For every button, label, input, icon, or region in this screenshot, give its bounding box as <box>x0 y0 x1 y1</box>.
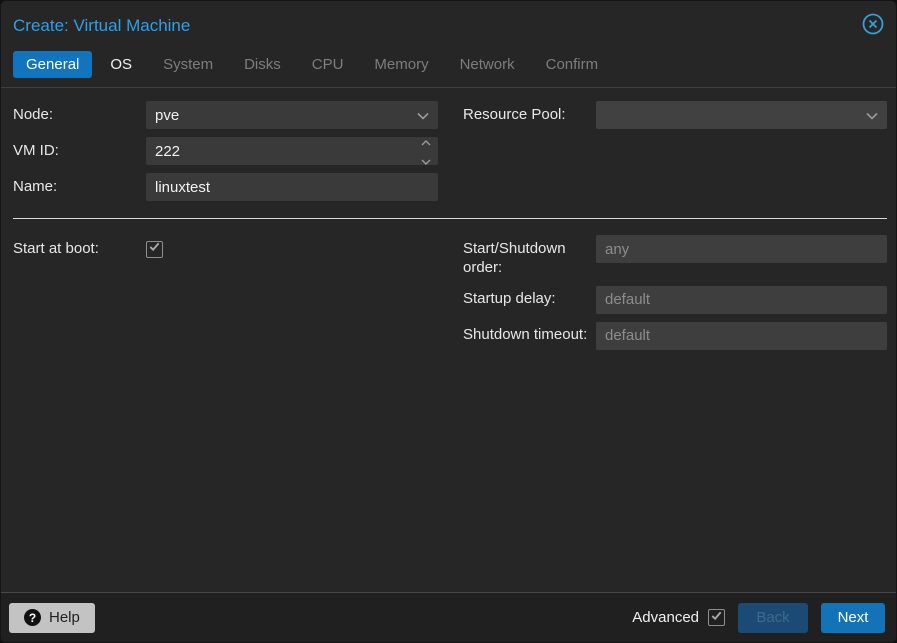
startup-delay-label: Startup delay: <box>463 290 556 308</box>
advanced-label: Advanced <box>632 609 699 626</box>
footer-right-group: Advanced Back Next <box>632 602 885 633</box>
node-value: pve <box>155 106 180 124</box>
tab-os[interactable]: OS <box>97 51 145 78</box>
start-at-boot-row: Start at boot: <box>13 235 438 263</box>
vmid-row: VM ID: <box>13 137 438 165</box>
help-icon: ? <box>24 609 41 626</box>
dialog-header: Create: Virtual Machine <box>1 1 896 51</box>
tab-confirm: Confirm <box>545 56 599 73</box>
checkbox-check-icon <box>710 609 723 626</box>
node-combobox[interactable]: pve <box>146 101 438 129</box>
startshutdown-order-row: Start/Shutdown order: <box>463 235 887 278</box>
tab-disks: Disks <box>244 56 281 73</box>
shutdown-timeout-label: Shutdown timeout: <box>463 326 588 344</box>
tab-cpu: CPU <box>311 56 344 73</box>
shutdown-timeout-row: Shutdown timeout: <box>463 321 887 350</box>
vmid-label: VM ID: <box>13 141 59 159</box>
tab-general[interactable]: General <box>13 51 93 78</box>
shutdown-timeout-input[interactable] <box>596 321 887 350</box>
create-vm-dialog: Create: Virtual Machine General OS Syste… <box>0 0 897 643</box>
advanced-checkbox[interactable] <box>708 609 725 626</box>
close-button[interactable] <box>860 13 886 39</box>
node-label: Node: <box>13 105 54 123</box>
spinner-up-icon[interactable] <box>421 133 431 151</box>
help-button-label: Help <box>49 609 80 626</box>
resource-pool-label: Resource Pool: <box>463 105 566 123</box>
name-label: Name: <box>13 177 58 195</box>
top-form-right-column: Resource Pool: <box>463 101 887 209</box>
next-button[interactable]: Next <box>821 602 885 633</box>
advanced-toggle: Advanced <box>632 609 725 626</box>
vmid-spinner-field <box>146 137 438 165</box>
startup-delay-input[interactable] <box>596 285 887 314</box>
advanced-form-columns: Start at boot: Start/Shutdown order: Sta… <box>13 235 887 358</box>
advanced-right-column: Start/Shutdown order: Startup delay: Shu… <box>463 235 887 358</box>
checkbox-check-icon <box>148 240 161 258</box>
chevron-down-icon <box>866 107 878 124</box>
name-row: Name: <box>13 173 438 201</box>
resource-pool-row: Resource Pool: <box>463 101 887 129</box>
help-button[interactable]: ? Help <box>9 602 95 633</box>
chevron-down-icon <box>417 107 429 124</box>
top-form-columns: Node: pve VM ID: 222 Name: linuxtest Res… <box>13 101 887 209</box>
tab-system: System <box>163 56 214 73</box>
dialog-footer: ? Help Advanced Back Next <box>1 592 896 642</box>
name-input[interactable] <box>146 173 438 201</box>
close-icon <box>861 12 885 41</box>
tab-network: Network <box>459 56 515 73</box>
wizard-tabbar: General OS System Disks CPU Memory Netwo… <box>1 51 896 88</box>
vmid-spinner <box>414 137 438 165</box>
tab-memory: Memory <box>374 56 429 73</box>
vmid-input[interactable] <box>146 137 414 165</box>
spinner-down-icon[interactable] <box>421 152 431 170</box>
dialog-title: Create: Virtual Machine <box>13 16 191 35</box>
form-body: Node: pve VM ID: 222 Name: linuxtest Res… <box>1 88 896 592</box>
back-button: Back <box>738 602 808 633</box>
advanced-left-column: Start at boot: <box>13 235 438 358</box>
start-at-boot-label: Start at boot: <box>13 239 99 257</box>
startshutdown-order-label: Start/Shutdown order: <box>463 240 566 276</box>
top-form-left-column: Node: pve VM ID: 222 Name: linuxtest <box>13 101 438 209</box>
startup-delay-row: Startup delay: <box>463 285 887 314</box>
node-row: Node: pve <box>13 101 438 129</box>
start-at-boot-checkbox[interactable] <box>146 240 163 258</box>
startshutdown-order-input[interactable] <box>596 235 887 263</box>
advanced-separator <box>13 218 887 219</box>
resource-pool-combobox[interactable] <box>596 101 887 129</box>
